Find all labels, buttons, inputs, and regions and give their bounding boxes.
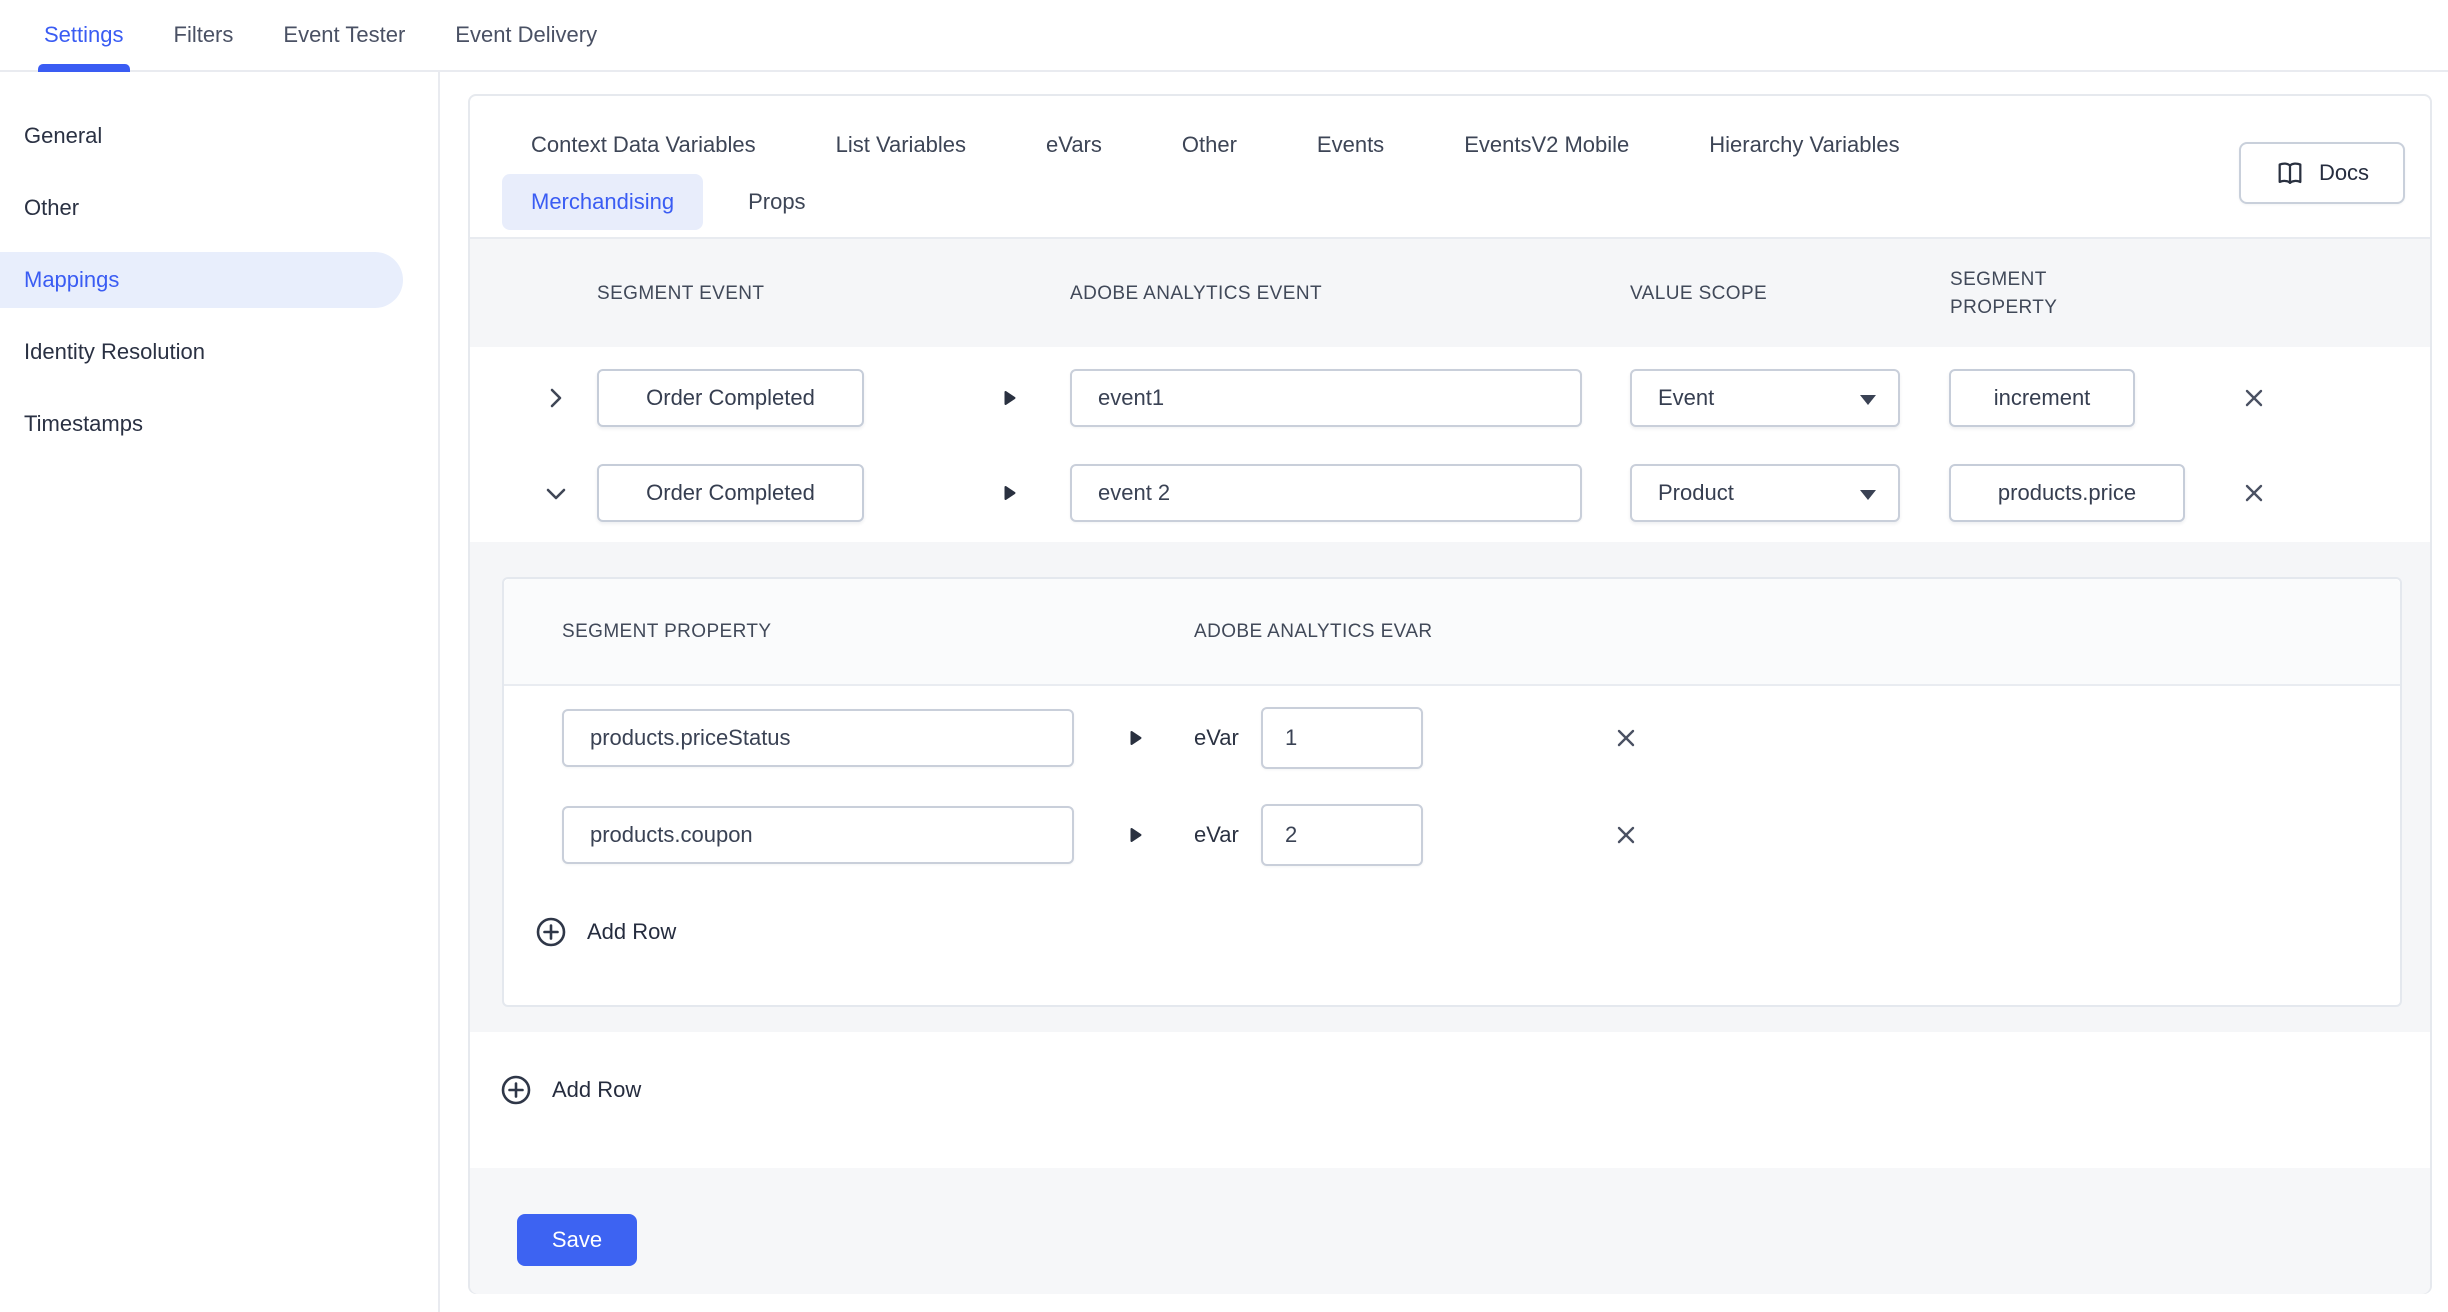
tab-props[interactable]: Props (748, 189, 805, 215)
card-footer: Save (470, 1168, 2430, 1294)
segment-property-input[interactable] (562, 709, 1074, 767)
page: Settings Filters Event Tester Event Deli… (0, 0, 2448, 1312)
add-row-label: Add Row (552, 1077, 641, 1103)
column-header-value-scope: VALUE SCOPE (1630, 239, 1767, 349)
mapping-row: Order Completed Product products.price (470, 464, 2430, 522)
value-scope-select[interactable]: Product (1630, 464, 1900, 522)
mappings-table-header: SEGMENT EVENT ADOBE ANALYTICS EVENT VALU… (470, 237, 2430, 347)
adobe-event-input[interactable] (1070, 369, 1582, 427)
remove-row-icon[interactable] (2238, 477, 2270, 509)
add-evar-row-button[interactable]: Add Row (535, 916, 676, 948)
segment-event-button[interactable]: Order Completed (597, 464, 864, 522)
segment-property-button[interactable]: products.price (1949, 464, 2185, 522)
save-button[interactable]: Save (517, 1214, 637, 1266)
value-scope-selected: Event (1658, 385, 1714, 411)
column-header-adobe-analytics-evar: ADOBE ANALYTICS EVAR (1194, 579, 1433, 686)
remove-row-icon[interactable] (1610, 722, 1642, 754)
evar-number-input[interactable] (1261, 707, 1423, 769)
sidebar-item-general[interactable]: General (0, 108, 438, 164)
arrow-right-icon (1130, 827, 1142, 848)
tab-hierarchy-variables[interactable]: Hierarchy Variables (1709, 132, 1899, 158)
sidebar-item-timestamps[interactable]: Timestamps (0, 396, 438, 452)
remove-row-icon[interactable] (1610, 819, 1642, 851)
tab-list-variables[interactable]: List Variables (836, 132, 966, 158)
evar-number-input[interactable] (1261, 804, 1423, 866)
nav-tab-filters[interactable]: Filters (174, 0, 234, 70)
add-mapping-row-button[interactable]: Add Row (500, 1074, 641, 1106)
caret-down-icon (1860, 395, 1876, 405)
sidebar-item-identity-resolution[interactable]: Identity Resolution (0, 324, 438, 380)
mapping-row: Order Completed Event increment (470, 369, 2430, 427)
adobe-event-input[interactable] (1070, 464, 1582, 522)
mappings-card: Context Data Variables List Variables eV… (468, 94, 2432, 1294)
add-row-label: Add Row (587, 919, 676, 945)
sidebar-item-other[interactable]: Other (0, 180, 438, 236)
segment-property-button[interactable]: increment (1949, 369, 2135, 427)
sidebar-item-mappings[interactable]: Mappings (0, 252, 403, 308)
docs-button[interactable]: Docs (2239, 142, 2405, 204)
tab-merchandising[interactable]: Merchandising (502, 174, 703, 230)
sidebar: General Other Mappings Identity Resoluti… (0, 72, 440, 1312)
top-nav: Settings Filters Event Tester Event Deli… (0, 0, 2448, 72)
arrow-right-icon (1130, 730, 1142, 751)
arrow-right-icon (1004, 390, 1016, 411)
expanded-mapping-section: SEGMENT PROPERTY ADOBE ANALYTICS EVAR eV… (470, 542, 2430, 1032)
evar-prefix-label: eVar (1194, 709, 1239, 767)
tab-events[interactable]: Events (1317, 132, 1384, 158)
plus-circle-icon (535, 916, 567, 948)
remove-row-icon[interactable] (2238, 382, 2270, 414)
nav-tab-event-tester[interactable]: Event Tester (283, 0, 405, 70)
evar-table-header: SEGMENT PROPERTY ADOBE ANALYTICS EVAR (504, 579, 2400, 686)
nav-tab-settings[interactable]: Settings (44, 0, 124, 70)
value-scope-select[interactable]: Event (1630, 369, 1900, 427)
value-scope-selected: Product (1658, 480, 1734, 506)
column-header-segment-property: SEGMENT PROPERTY (562, 579, 771, 686)
segment-event-button[interactable]: Order Completed (597, 369, 864, 427)
column-header-adobe-analytics-event: ADOBE ANALYTICS EVENT (1070, 239, 1322, 349)
plus-circle-icon (500, 1074, 532, 1106)
chevron-down-icon[interactable] (540, 477, 572, 509)
tab-evars[interactable]: eVars (1046, 132, 1102, 158)
docs-button-label: Docs (2319, 160, 2369, 186)
evar-prefix-label: eVar (1194, 806, 1239, 864)
book-icon (2275, 158, 2305, 188)
evar-row: eVar (504, 806, 2400, 864)
evar-row: eVar (504, 709, 2400, 767)
variable-tabs-row1: Context Data Variables List Variables eV… (470, 122, 2230, 168)
nav-tab-event-delivery[interactable]: Event Delivery (455, 0, 597, 70)
evar-table-card: SEGMENT PROPERTY ADOBE ANALYTICS EVAR eV… (502, 577, 2402, 1007)
column-header-segment-property: SEGMENT PROPERTY (1950, 239, 2100, 349)
column-header-segment-event: SEGMENT EVENT (597, 239, 764, 349)
arrow-right-icon (1004, 485, 1016, 506)
caret-down-icon (1860, 490, 1876, 500)
tab-other[interactable]: Other (1182, 132, 1237, 158)
segment-property-input[interactable] (562, 806, 1074, 864)
tab-eventsv2-mobile[interactable]: EventsV2 Mobile (1464, 132, 1629, 158)
tab-context-data-variables[interactable]: Context Data Variables (531, 132, 756, 158)
chevron-right-icon[interactable] (540, 382, 572, 414)
variable-tabs-row2: Merchandising Props (470, 174, 2230, 230)
